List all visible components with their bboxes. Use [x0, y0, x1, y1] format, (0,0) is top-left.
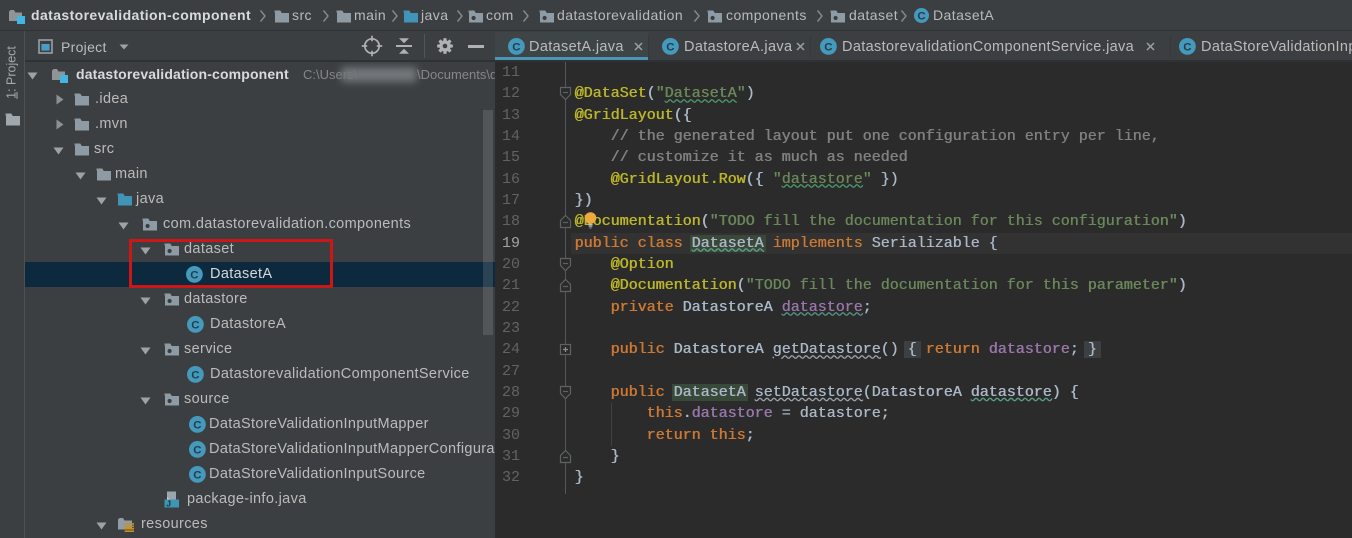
svg-text:C: C — [191, 370, 199, 382]
svg-text:C: C — [1183, 42, 1191, 54]
svg-text:C: C — [824, 42, 832, 54]
svg-text:C: C — [193, 470, 201, 482]
svg-text:J: J — [166, 498, 171, 508]
svg-text:C: C — [193, 445, 201, 457]
svg-text:C: C — [512, 42, 520, 54]
svg-text:C: C — [666, 42, 674, 54]
svg-text:C: C — [191, 320, 199, 332]
svg-text:C: C — [193, 420, 201, 432]
svg-text:C: C — [917, 11, 925, 23]
